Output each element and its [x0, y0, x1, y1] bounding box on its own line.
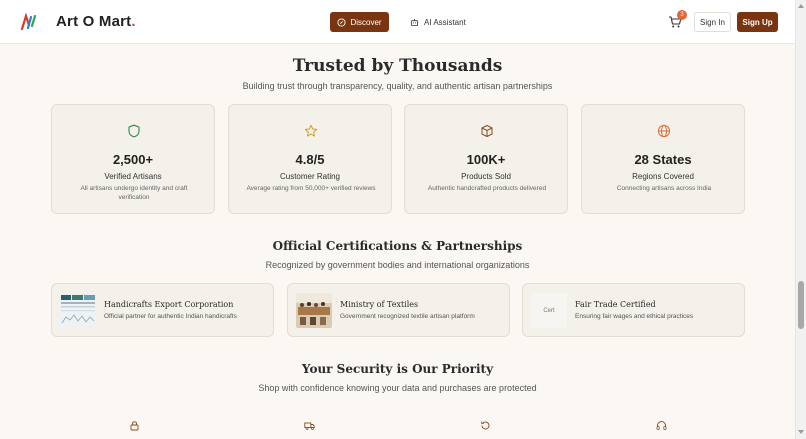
logo-icon[interactable] [20, 13, 38, 31]
cert-description: Ensuring fair wages and ethical practice… [575, 313, 694, 320]
stat-description: All artisans undergo identity and craft … [80, 185, 188, 201]
security-title: Your Security is Our Priority [301, 362, 494, 376]
sign-up-button[interactable]: Sign Up [737, 12, 778, 32]
stat-value: 100K+ [466, 152, 506, 167]
stat-description: Average rating from 50,000+ verified rev… [246, 185, 376, 192]
stat-card-regions: 28 States Regions Covered Connecting art… [581, 104, 745, 214]
cert-card-textiles[interactable]: Ministry of Textiles Government recogniz… [287, 283, 510, 337]
shield-icon [128, 124, 140, 138]
stat-card-products: 100K+ Products Sold Authentic handcrafte… [404, 104, 568, 214]
stat-value: 2,500+ [112, 152, 154, 167]
cert-thumbnail [60, 293, 96, 328]
compass-icon [337, 17, 346, 27]
document-thumbnail-image [60, 293, 96, 328]
discover-label: Discover [350, 17, 382, 27]
stat-label: Customer Rating [279, 172, 341, 181]
security-subtitle: Shop with confidence knowing your data a… [258, 383, 537, 393]
cert-card-handicrafts[interactable]: Handicrafts Export Corporation Official … [51, 283, 274, 337]
star-icon [304, 124, 318, 137]
stat-label: Regions Covered [632, 172, 694, 181]
cert-title: Ministry of Textiles [340, 300, 419, 309]
stat-value: 4.8/5 [295, 152, 325, 167]
ai-assistant-button[interactable]: AI Assistant [410, 12, 472, 32]
cert-description: Government recognized textile artisan pl… [340, 313, 475, 320]
cert-title: Fair Trade Certified [575, 300, 656, 309]
refresh-icon [481, 421, 490, 430]
cert-description: Official partner for authentic Indian ha… [104, 313, 237, 320]
discover-button[interactable]: Discover [330, 12, 389, 32]
stat-card-rating: 4.8/5 Customer Rating Average rating fro… [228, 104, 392, 214]
cert-thumbnail-text: Cert [543, 307, 555, 314]
meeting-photo-image [296, 293, 332, 328]
cart-count-badge: 3 [677, 10, 687, 20]
certifications-subtitle: Recognized by government bodies and inte… [265, 260, 530, 270]
cert-thumbnail [296, 293, 332, 328]
sign-in-button[interactable]: Sign In [694, 12, 731, 32]
truck-icon [304, 422, 315, 430]
ai-assistant-label: AI Assistant [424, 17, 466, 27]
stat-label: Products Sold [461, 172, 511, 181]
stat-label: Verified Artisans [104, 172, 162, 181]
certifications-title: Official Certifications & Partnerships [272, 239, 523, 253]
page-scrollbar[interactable] [795, 0, 806, 439]
cert-title: Handicrafts Export Corporation [104, 300, 234, 309]
lock-icon [130, 421, 139, 431]
brand-dot: . [131, 13, 136, 30]
cert-thumbnail: Cert [531, 293, 567, 328]
top-navbar: Art O Mart. Discover AI Assistant 3 Sign… [0, 0, 795, 44]
trust-section-title: Trusted by Thousands [292, 56, 503, 76]
cert-card-fair-trade[interactable]: Cert Fair Trade Certified Ensuring fair … [522, 283, 745, 337]
scroll-down-arrow-icon[interactable] [798, 430, 804, 434]
globe-icon [657, 124, 671, 138]
bot-icon [410, 18, 419, 26]
scroll-up-arrow-icon[interactable] [798, 4, 804, 8]
stat-card-artisans: 2,500+ Verified Artisans All artisans un… [51, 104, 215, 214]
trust-section-subtitle: Building trust through transparency, qua… [242, 81, 553, 91]
stat-description: Connecting artisans across India [616, 185, 712, 192]
stat-description: Authentic handcrafted products delivered [427, 185, 547, 192]
scrollbar-thumb[interactable] [798, 281, 804, 329]
package-icon [481, 125, 493, 137]
headphones-icon [656, 421, 667, 430]
brand-name[interactable]: Art O Mart. [56, 13, 136, 30]
stat-value: 28 States [634, 152, 692, 167]
